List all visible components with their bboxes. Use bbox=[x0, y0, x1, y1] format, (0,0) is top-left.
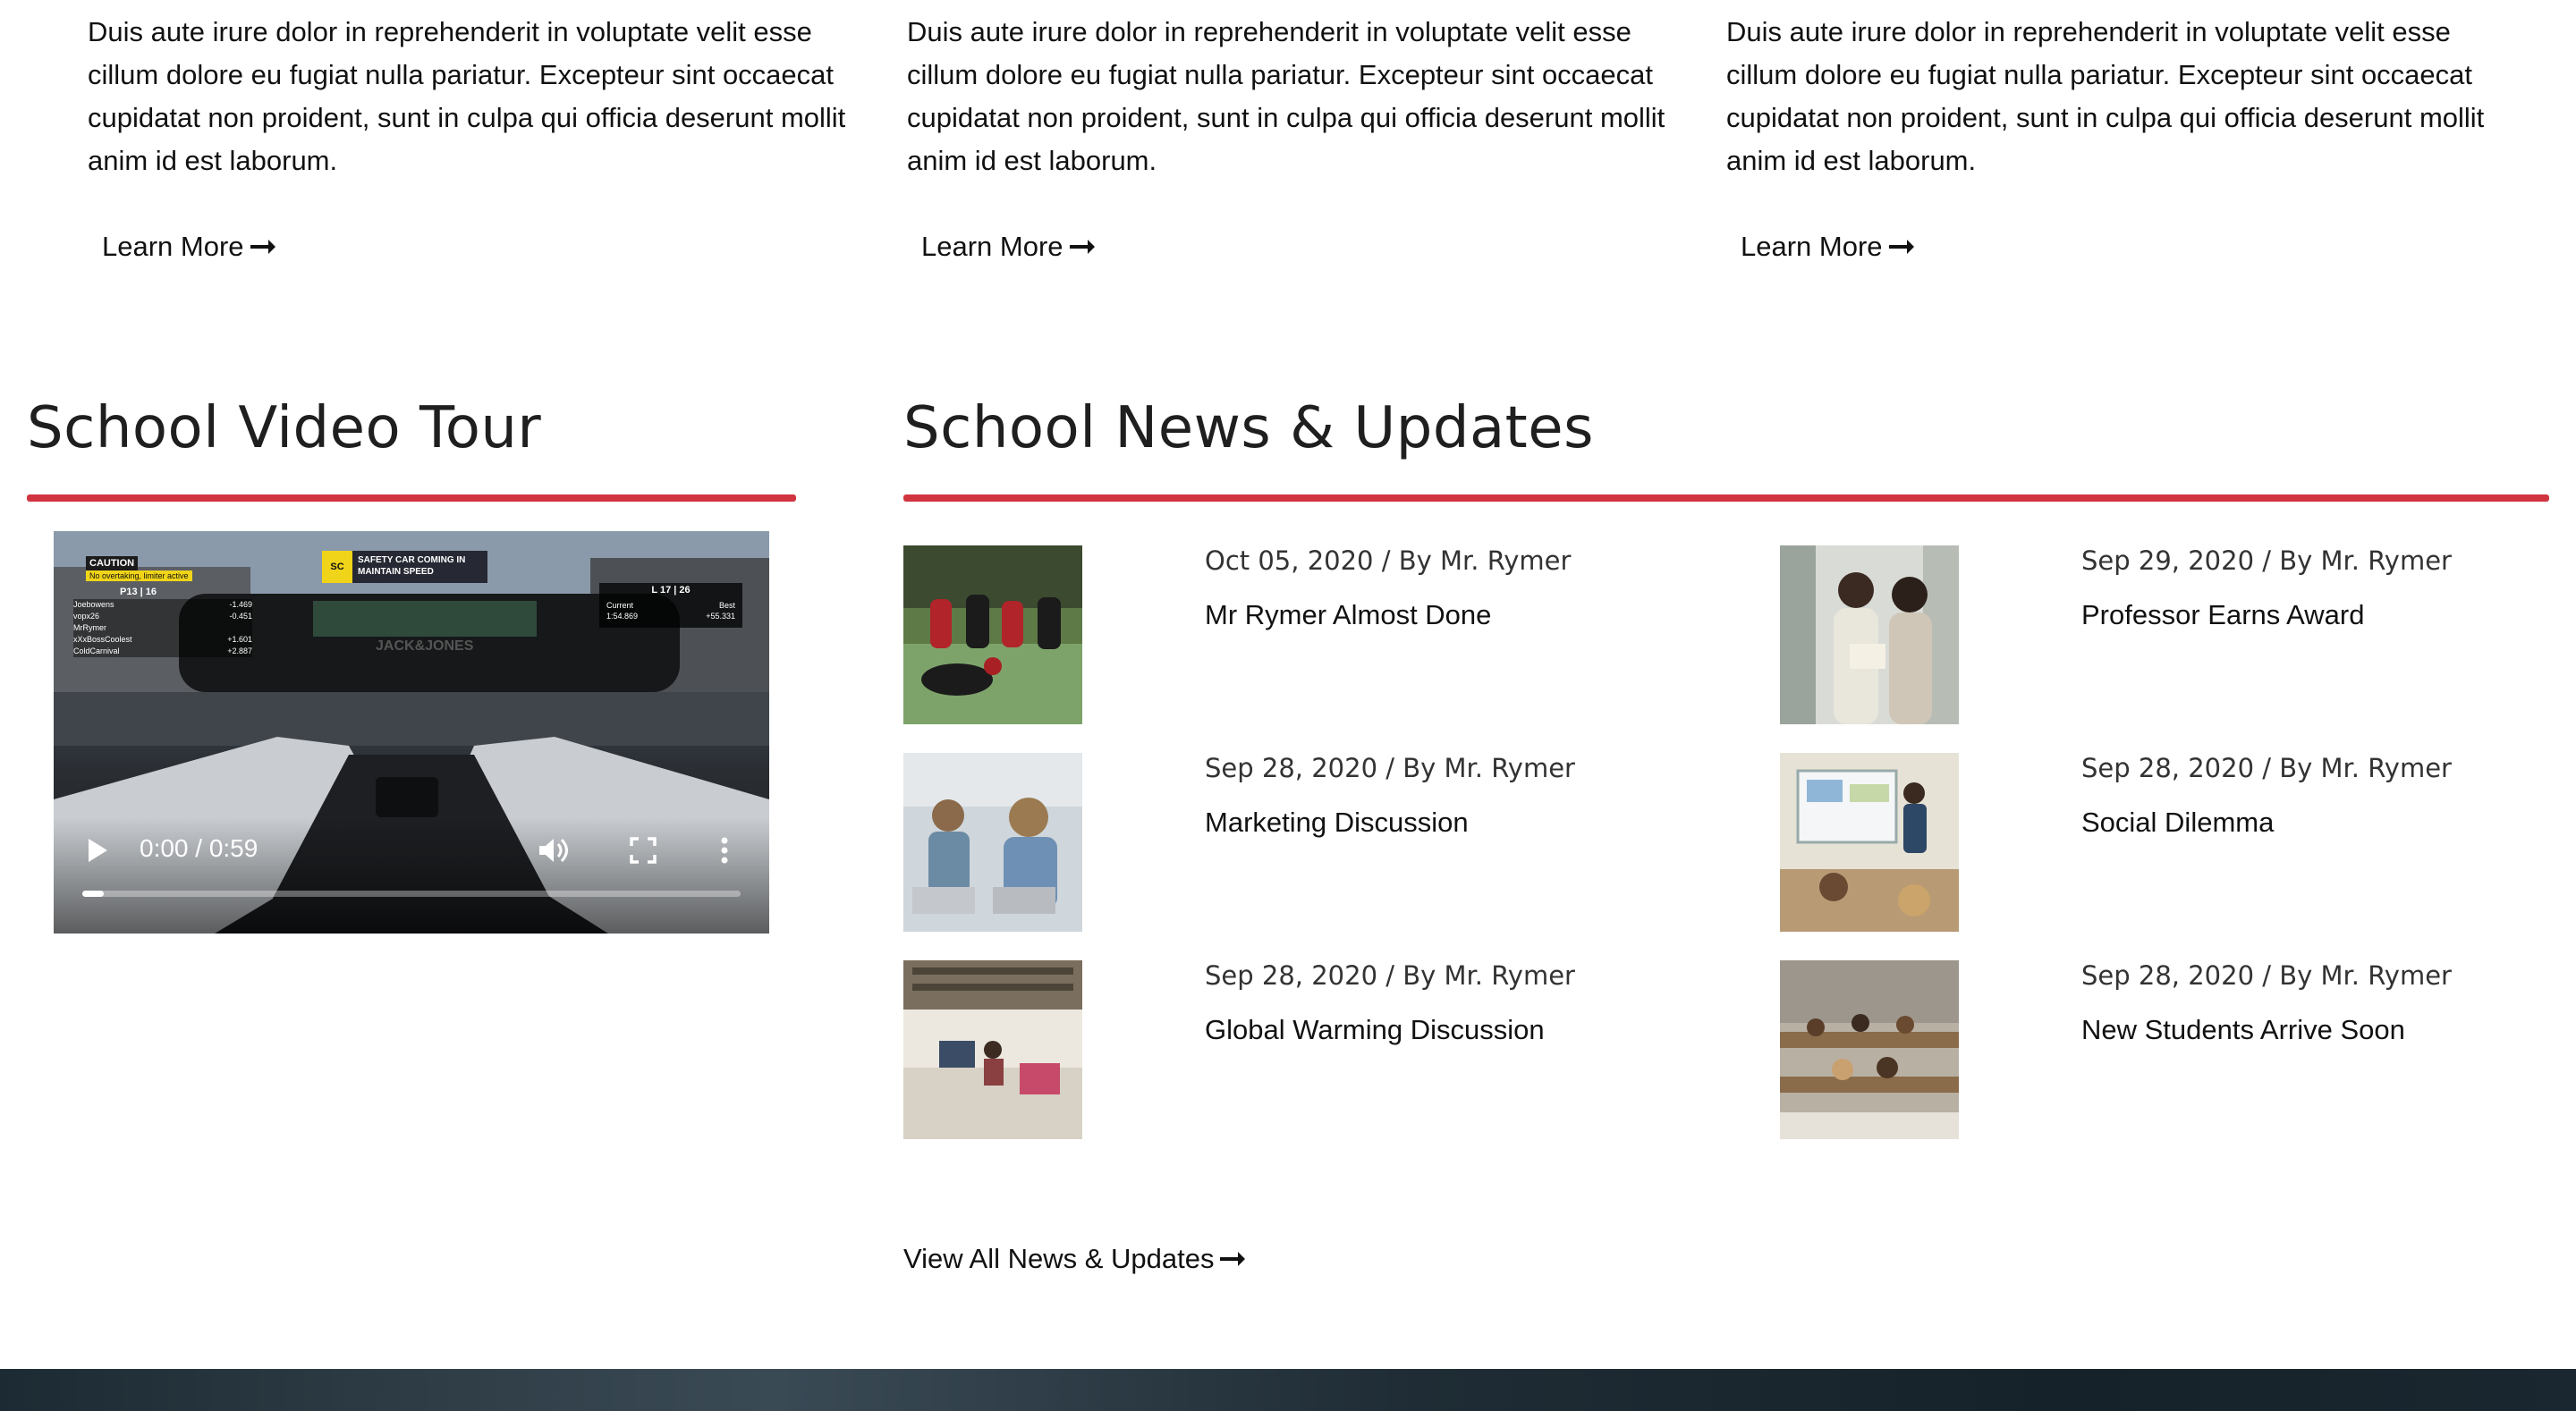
hud-sponsor: JACK&JONES bbox=[376, 638, 474, 654]
news-meta: Sep 29, 2020 / By Mr. Rymer bbox=[2081, 545, 2452, 576]
footer-background bbox=[0, 1369, 2576, 1411]
news-meta: Sep 28, 2020 / By Mr. Rymer bbox=[2081, 960, 2452, 991]
hud-lap-panel: L 17 | 26 Current Best 1:54.869 +55.331 bbox=[599, 583, 742, 628]
video-player[interactable]: CAUTION No overtaking, limiter active P1… bbox=[54, 531, 769, 934]
hud-sc-badge: SC bbox=[322, 551, 352, 583]
classroom-teacher-image bbox=[1780, 753, 1959, 932]
video-title-underline bbox=[27, 494, 796, 502]
news-thumbnail[interactable] bbox=[1780, 960, 1959, 1139]
arrow-right-icon bbox=[1888, 240, 1914, 254]
learn-more-label: Learn More bbox=[921, 231, 1063, 262]
news-title-link[interactable]: Mr Rymer Almost Done bbox=[1205, 599, 1491, 631]
view-all-news-link[interactable]: View All News & Updates bbox=[903, 1243, 1246, 1275]
hud-safety-car-banner: SC SAFETY CAR COMING IN MAINTAIN SPEED bbox=[322, 551, 487, 583]
play-icon[interactable] bbox=[86, 837, 109, 864]
news-title-underline bbox=[903, 494, 2549, 502]
library-students-image bbox=[1780, 545, 1959, 724]
hud-driver-row: Joebowens -1.469 bbox=[73, 600, 252, 609]
hud-driver-row: xXxBossCoolest +1.601 bbox=[73, 635, 252, 644]
card-body: Duis aute irure dolor in reprehenderit i… bbox=[1726, 16, 2485, 176]
news-title-link[interactable]: Global Warming Discussion bbox=[1205, 1014, 1545, 1046]
news-thumbnail[interactable] bbox=[903, 545, 1082, 724]
video-section-title: School Video Tour bbox=[27, 395, 542, 461]
news-title-link[interactable]: Professor Earns Award bbox=[2081, 599, 2364, 631]
learn-more-link[interactable]: Learn More bbox=[102, 231, 276, 263]
hud-caution-note: No overtaking, limiter active bbox=[86, 570, 192, 581]
hud-best-label: Best bbox=[718, 601, 735, 610]
more-options-icon[interactable] bbox=[718, 836, 731, 865]
hud-lap: L 17 | 26 bbox=[651, 585, 691, 596]
arrow-right-icon bbox=[1220, 1252, 1246, 1266]
news-thumbnail[interactable] bbox=[1780, 545, 1959, 724]
news-meta: Sep 28, 2020 / By Mr. Rymer bbox=[1205, 960, 1575, 991]
learn-more-label: Learn More bbox=[102, 231, 244, 262]
news-title-link[interactable]: Marketing Discussion bbox=[1205, 807, 1469, 839]
news-meta: Oct 05, 2020 / By Mr. Rymer bbox=[1205, 545, 1572, 576]
video-progress-bar[interactable] bbox=[82, 891, 741, 897]
card-body: Duis aute irure dolor in reprehenderit i… bbox=[88, 16, 846, 176]
news-thumbnail[interactable] bbox=[903, 960, 1082, 1139]
news-meta: Sep 28, 2020 / By Mr. Rymer bbox=[1205, 753, 1575, 783]
arrow-right-icon bbox=[250, 240, 275, 254]
view-all-label: View All News & Updates bbox=[903, 1243, 1215, 1274]
hud-driver-row: vopx26 -0.451 bbox=[73, 612, 252, 621]
learn-more-link[interactable]: Learn More bbox=[921, 231, 1096, 263]
hud-current-label: Current bbox=[606, 601, 634, 610]
card-1: Duis aute irure dolor in reprehenderit i… bbox=[88, 11, 857, 182]
news-thumbnail[interactable] bbox=[903, 753, 1082, 932]
video-progress-fill bbox=[82, 891, 104, 897]
video-time: 0:00 / 0:59 bbox=[140, 834, 258, 862]
volume-icon[interactable] bbox=[538, 835, 570, 866]
news-meta: Sep 28, 2020 / By Mr. Rymer bbox=[2081, 753, 2452, 783]
card-3: Duis aute irure dolor in reprehenderit i… bbox=[1726, 11, 2496, 182]
hud-best-time: +55.331 bbox=[706, 612, 735, 621]
hud-caution: CAUTION bbox=[86, 556, 139, 570]
news-section-title: School News & Updates bbox=[903, 395, 1594, 461]
card-2: Duis aute irure dolor in reprehenderit i… bbox=[907, 11, 1676, 182]
news-title-link[interactable]: New Students Arrive Soon bbox=[2081, 1014, 2405, 1046]
hud-driver-row: MrRymer bbox=[73, 623, 106, 632]
hud-sc-text: SAFETY CAR COMING IN MAINTAIN SPEED bbox=[358, 555, 466, 577]
learn-more-label: Learn More bbox=[1741, 231, 1883, 262]
learn-more-link[interactable]: Learn More bbox=[1741, 231, 1915, 263]
hud-current-time: 1:54.869 bbox=[606, 612, 639, 621]
news-thumbnail[interactable] bbox=[1780, 753, 1959, 932]
arrow-right-icon bbox=[1069, 240, 1095, 254]
lecture-hall-image bbox=[1780, 960, 1959, 1139]
card-body: Duis aute irure dolor in reprehenderit i… bbox=[907, 16, 1665, 176]
news-title-link[interactable]: Social Dilemma bbox=[2081, 807, 2274, 839]
fullscreen-icon[interactable] bbox=[630, 837, 657, 864]
laptop-students-image bbox=[903, 753, 1082, 932]
hud-driver-row: ColdCarnival +2.887 bbox=[73, 646, 252, 655]
hud-leaderboard: Joebowens -1.469 vopx26 -0.451 MrRymer x… bbox=[73, 599, 252, 657]
hud-position: P13 | 16 bbox=[120, 587, 157, 597]
computer-lab-image bbox=[903, 960, 1082, 1139]
football-team-image bbox=[903, 545, 1082, 724]
